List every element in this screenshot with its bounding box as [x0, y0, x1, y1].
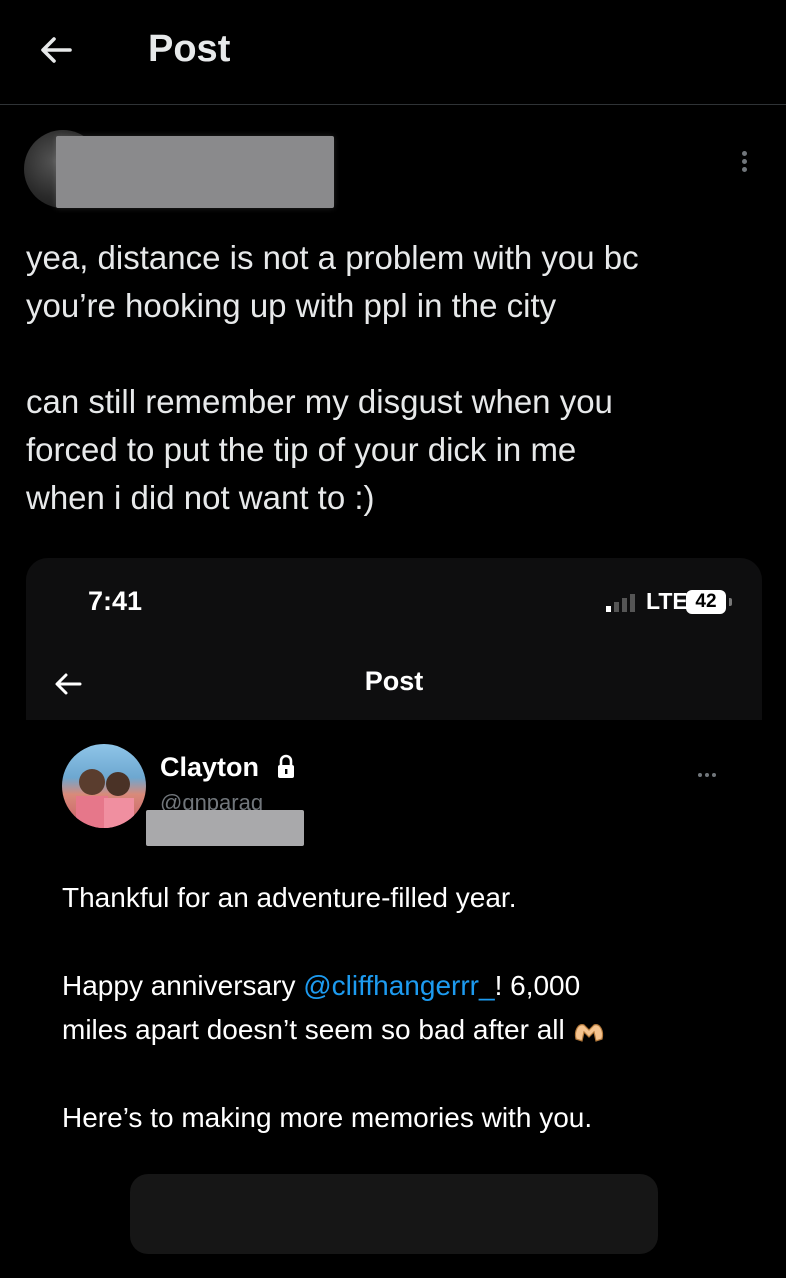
embedded-line-4: Here’s to making more memories with you. — [62, 1102, 593, 1133]
media-preview[interactable] — [130, 1174, 658, 1254]
heart-hands-icon — [575, 1024, 604, 1042]
page-title: Post — [148, 28, 231, 70]
redacted-author-name — [56, 136, 334, 208]
battery-level: 42 — [686, 590, 726, 614]
embedded-avatar[interactable] — [62, 744, 146, 828]
embedded-more-options-icon[interactable] — [698, 764, 726, 777]
back-arrow-icon[interactable] — [34, 28, 78, 72]
status-time: 7:41 — [88, 586, 143, 616]
more-options-icon[interactable] — [732, 148, 756, 180]
embedded-paragraph-2: Happy anniversary @cliffhangerrr_! 6,000… — [62, 964, 742, 1052]
embedded-author-name: Clayton — [160, 752, 260, 782]
embedded-line-2-suffix: ! 6,000 — [494, 970, 581, 1001]
post-text: yea, distance is not a problem with you … — [26, 239, 639, 516]
avatar-photo-icon — [76, 769, 134, 828]
signal-icon — [606, 594, 635, 612]
network-label: LTE — [646, 588, 688, 614]
top-bar: Post — [0, 0, 786, 105]
embedded-line-1: Thankful for an adventure-filled year. — [62, 882, 517, 913]
mention-link[interactable]: @cliffhangerrr_ — [303, 970, 494, 1001]
redacted-handle — [146, 810, 304, 846]
embedded-page-title: Post — [364, 666, 424, 696]
embedded-screenshot: 7:41 LTE 42 Post Clayton @gnparag Thankf… — [26, 558, 762, 1278]
embedded-line-3: miles apart doesn’t seem so bad after al… — [62, 1014, 565, 1045]
embedded-post-text: Thankful for an adventure-filled year. H… — [62, 876, 742, 1184]
battery-tip — [729, 598, 732, 606]
embedded-line-2-prefix: Happy anniversary — [62, 970, 304, 1001]
lock-icon — [278, 754, 294, 778]
embedded-status-bar: 7:41 LTE 42 Post — [26, 558, 762, 720]
